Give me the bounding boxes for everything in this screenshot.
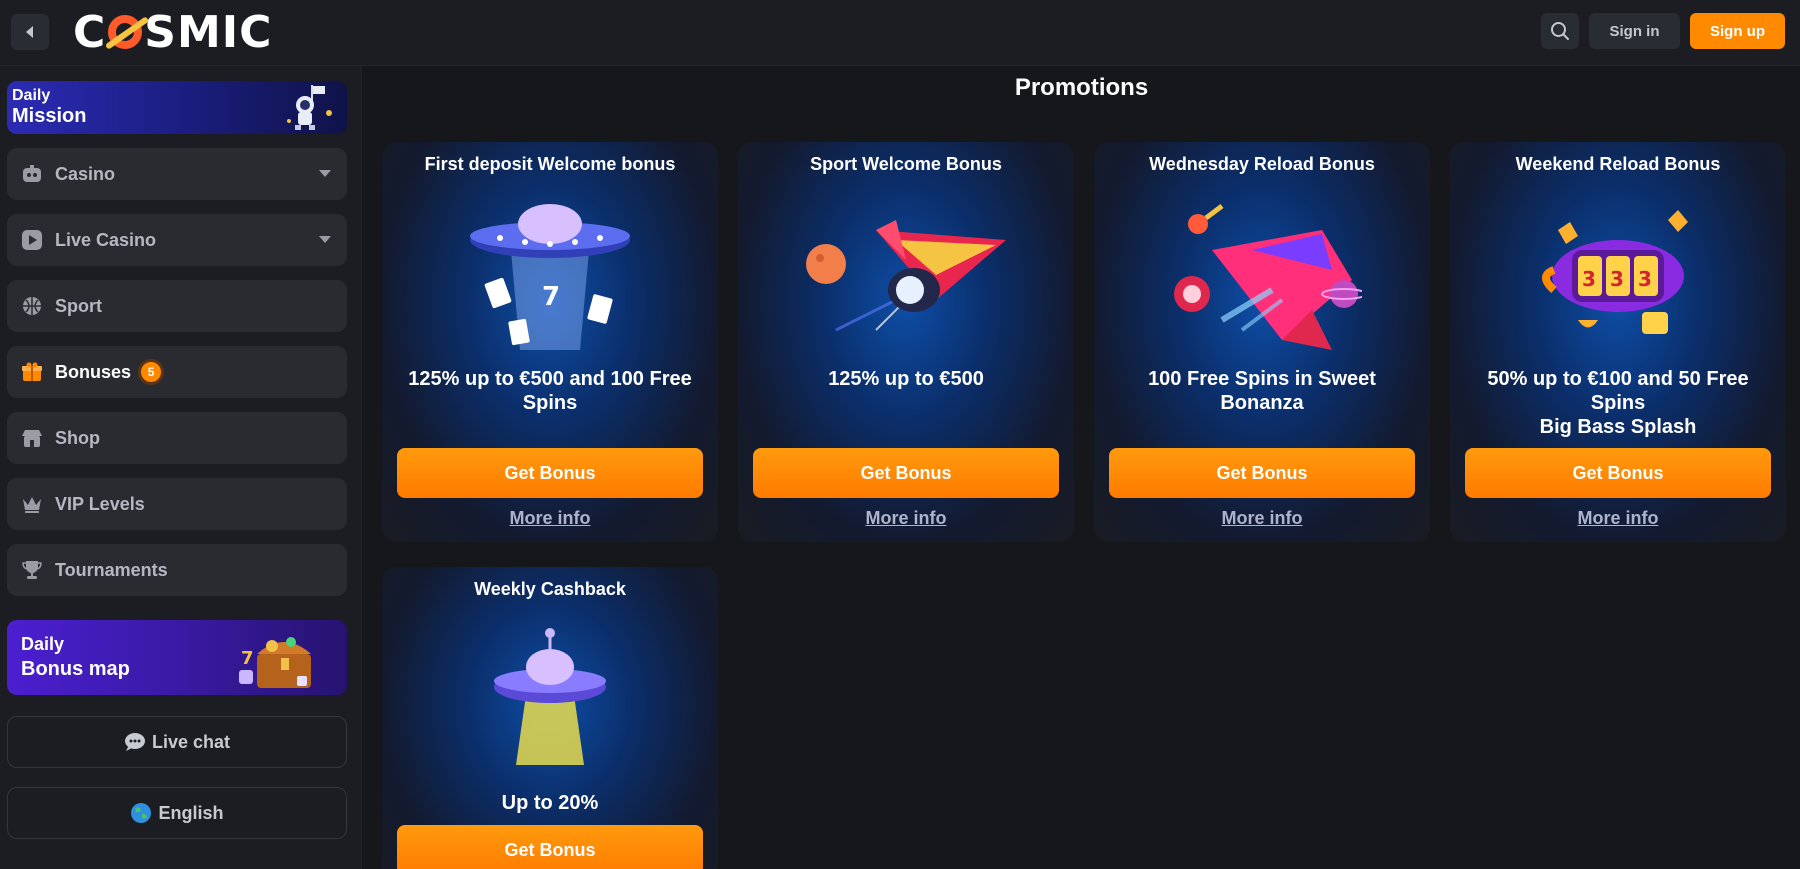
svg-text:7: 7 bbox=[241, 648, 254, 669]
more-info-link[interactable]: More info bbox=[738, 508, 1074, 529]
daily-mission-banner[interactable]: Daily Mission bbox=[7, 81, 347, 134]
promo-card-title: Weekly Cashback bbox=[474, 579, 626, 599]
sidebar-item-label: Tournaments bbox=[55, 559, 168, 580]
spaceship-chips-illustration bbox=[1174, 204, 1362, 350]
language-selector[interactable]: English bbox=[7, 787, 347, 839]
sidebar-item-label: Live Casino bbox=[55, 229, 157, 250]
live-chat-button[interactable]: Live chat bbox=[7, 716, 347, 768]
gift-icon bbox=[21, 361, 43, 383]
daily-bonus-map-banner[interactable]: Daily Bonus map 7 bbox=[7, 620, 347, 695]
sidebar-item-label: VIP Levels bbox=[55, 493, 145, 514]
get-bonus-button[interactable]: Get Bonus bbox=[397, 825, 703, 869]
more-info-link[interactable]: More info bbox=[382, 508, 718, 529]
live-chat-label: Live chat bbox=[151, 731, 231, 752]
slot-machine-illustration: 3 3 3 bbox=[1542, 210, 1688, 334]
promo-card-title: Weekend Reload Bonus bbox=[1515, 154, 1721, 174]
sidebar-item-bonuses[interactable]: Bonuses 5 bbox=[7, 346, 347, 398]
promo-card-sport-welcome: Sport Welcome Bonus 125% up to €500 Get … bbox=[738, 142, 1074, 542]
svg-text:3: 3 bbox=[1582, 267, 1596, 291]
promo-card-title: Wednesday Reload Bonus bbox=[1149, 154, 1375, 174]
live-casino-icon bbox=[21, 229, 43, 251]
sidebar-item-casino[interactable]: Casino bbox=[7, 148, 347, 200]
sidebar-item-sport[interactable]: Sport bbox=[7, 280, 347, 332]
promo-card-weekend-reload: Weekend Reload Bonus 3 3 3 50% up to €10… bbox=[1450, 142, 1786, 542]
more-info-link[interactable]: More info bbox=[1094, 508, 1430, 529]
astronaut-icon bbox=[287, 85, 332, 130]
chevron-down-icon bbox=[319, 236, 331, 243]
search-button[interactable] bbox=[1541, 13, 1579, 49]
treasure-chest-icon: 7 bbox=[239, 637, 311, 688]
top-header: C SMIC Sign in Sign up bbox=[0, 0, 1800, 66]
promo-card-description: 50% up to €100 and 50 Free Spins Big Bas… bbox=[1462, 367, 1774, 439]
promo-card-description: 100 Free Spins in Sweet Bonanza bbox=[1148, 368, 1376, 414]
promo-card-first-deposit: First deposit Welcome bonus 7 125% up to… bbox=[382, 142, 718, 542]
mission-banner-line2: Mission bbox=[12, 105, 87, 127]
shop-icon bbox=[21, 427, 43, 449]
page-title: Promotions bbox=[1014, 74, 1149, 101]
sport-icon bbox=[21, 295, 43, 317]
chevron-down-icon bbox=[319, 170, 331, 177]
get-bonus-button[interactable]: Get Bonus bbox=[1109, 448, 1415, 498]
promo-card-description: Up to 20% bbox=[501, 792, 599, 814]
promo-card-wednesday-reload: Wednesday Reload Bonus 100 Free Spins in… bbox=[1094, 142, 1430, 542]
chat-bubble-icon bbox=[124, 732, 146, 752]
trophy-icon bbox=[21, 559, 43, 581]
sidebar-item-label: Sport bbox=[55, 295, 102, 316]
sidebar-item-label: Casino bbox=[55, 163, 116, 184]
promo-card-weekly-cashback: Weekly Cashback Up to 20% Get Bonus bbox=[382, 567, 718, 869]
sign-in-button[interactable]: Sign in bbox=[1589, 13, 1680, 49]
bonuses-count-badge: 5 bbox=[138, 359, 165, 385]
svg-text:3: 3 bbox=[1610, 267, 1624, 291]
get-bonus-button[interactable]: Get Bonus bbox=[1465, 448, 1771, 498]
collapse-sidebar-button[interactable] bbox=[11, 14, 49, 50]
casino-icon bbox=[21, 163, 43, 185]
rocket-illustration bbox=[806, 220, 1006, 332]
crown-icon bbox=[21, 493, 43, 515]
sidebar-item-vip-levels[interactable]: VIP Levels bbox=[7, 478, 347, 530]
sidebar-item-label: Bonuses bbox=[55, 361, 132, 382]
mission-banner-line1: Daily bbox=[12, 87, 51, 104]
promo-card-description: 125% up to €500 and 100 Free Spins bbox=[408, 368, 692, 414]
search-icon bbox=[1551, 22, 1569, 40]
ufo-illustration bbox=[494, 628, 606, 765]
sign-up-button[interactable]: Sign up bbox=[1690, 13, 1785, 49]
promo-card-title: Sport Welcome Bonus bbox=[810, 154, 1002, 174]
more-info-link[interactable]: More info bbox=[1450, 508, 1786, 529]
bonus-map-line2: Bonus map bbox=[21, 658, 130, 680]
sidebar-item-shop[interactable]: Shop bbox=[7, 412, 347, 464]
promo-card-description: 125% up to €500 bbox=[828, 368, 984, 390]
chevron-left-icon bbox=[26, 26, 33, 38]
cosmic-logo[interactable]: C SMIC bbox=[73, 6, 272, 58]
sidebar-item-tournaments[interactable]: Tournaments bbox=[7, 544, 347, 596]
language-label: English bbox=[158, 802, 224, 823]
promo-card-title: First deposit Welcome bonus bbox=[424, 154, 676, 174]
ufo-cards-illustration: 7 bbox=[470, 204, 630, 350]
sidebar-item-label: Shop bbox=[55, 427, 100, 448]
globe-icon bbox=[130, 802, 152, 824]
svg-text:3: 3 bbox=[1638, 267, 1652, 291]
get-bonus-button[interactable]: Get Bonus bbox=[753, 448, 1059, 498]
sidebar-item-live-casino[interactable]: Live Casino bbox=[7, 214, 347, 266]
promo-card-description-line1: 50% up to €100 and 50 Free Spins bbox=[1487, 368, 1749, 414]
promo-card-description-line2: Big Bass Splash bbox=[1539, 416, 1697, 438]
bonus-map-line1: Daily bbox=[21, 634, 65, 654]
svg-text:7: 7 bbox=[542, 282, 560, 312]
sidebar: Daily Mission Casino Live Casino Sport B… bbox=[0, 66, 362, 869]
get-bonus-button[interactable]: Get Bonus bbox=[397, 448, 703, 498]
